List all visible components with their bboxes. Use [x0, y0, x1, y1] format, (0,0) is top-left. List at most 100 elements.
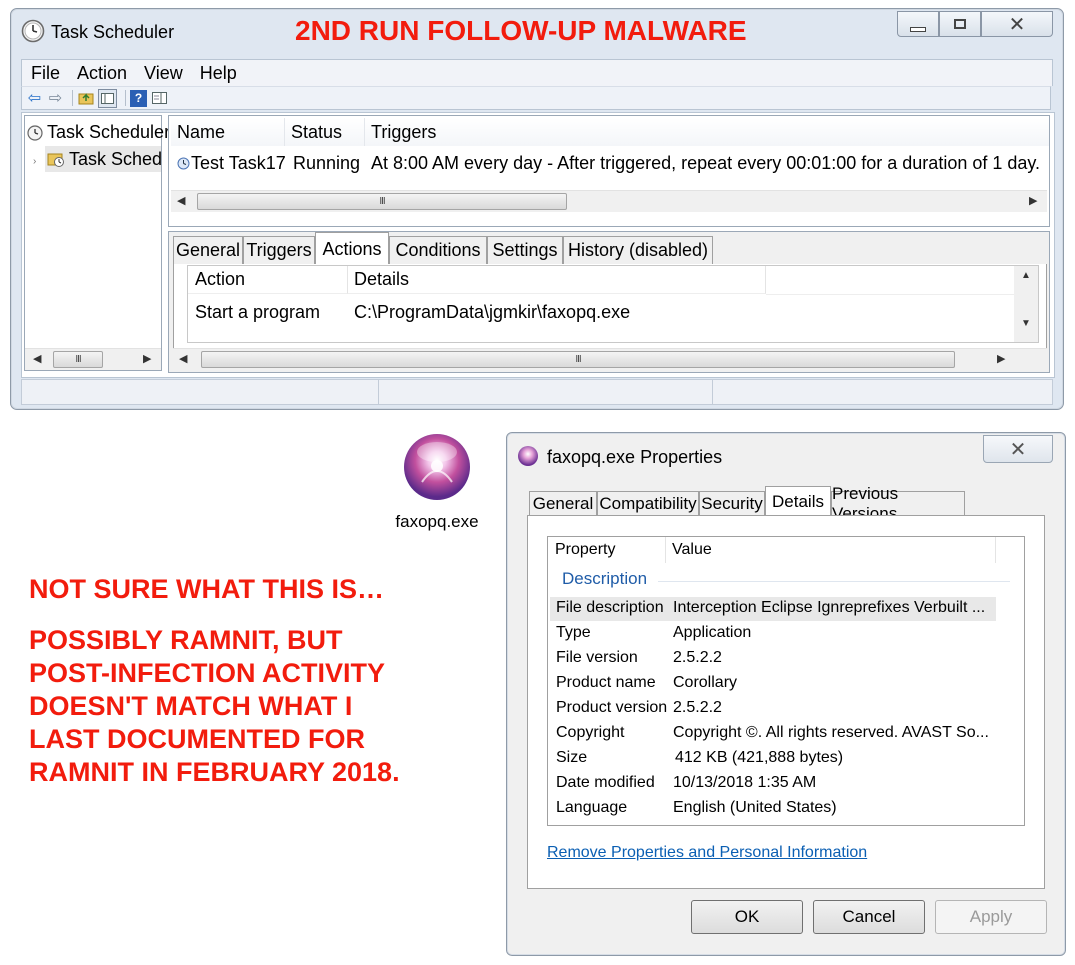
tab-triggers[interactable]: Triggers: [243, 236, 315, 264]
scroll-left-arrow-icon[interactable]: ◀: [33, 352, 41, 365]
column-header-value[interactable]: Value: [666, 537, 996, 563]
folder-clock-icon: [47, 151, 65, 167]
scroll-right-arrow-icon[interactable]: ▶: [997, 352, 1005, 365]
tab-history[interactable]: History (disabled): [563, 236, 713, 264]
minimize-button[interactable]: [897, 11, 939, 37]
forward-arrow-icon[interactable]: ⇨: [47, 90, 64, 107]
window-title: Task Scheduler: [51, 22, 175, 42]
column-header-property[interactable]: Property: [548, 537, 666, 563]
tab-details[interactable]: Details: [765, 486, 831, 516]
desktop-file-faxopq[interactable]: faxopq.exe: [384, 432, 490, 536]
property-value: English (United States): [673, 799, 837, 816]
status-bar: [21, 379, 1053, 405]
task-list: Name Status Triggers Test Task17 Running…: [168, 115, 1050, 227]
task-running-icon: [177, 157, 190, 175]
tab-actions[interactable]: Actions: [315, 232, 389, 265]
toolbar-separator: [125, 90, 126, 106]
action-details: C:\ProgramData\jgmkir\faxopq.exe: [354, 302, 631, 322]
close-icon: ✕: [1008, 13, 1026, 36]
tab-conditions[interactable]: Conditions: [389, 236, 487, 264]
desktop-file-label: faxopq.exe: [395, 512, 479, 531]
actions-vertical-scrollbar[interactable]: ▲ ▼: [1014, 266, 1038, 342]
orb-app-icon: [402, 432, 472, 507]
property-value: Copyright ©. All rights reserved. AVAST …: [673, 724, 989, 741]
menu-help[interactable]: Help: [191, 63, 245, 84]
property-name: Date modified: [556, 774, 655, 791]
remove-properties-link[interactable]: Remove Properties and Personal Informati…: [547, 844, 867, 862]
toolbar-separator: [72, 90, 73, 106]
ok-button[interactable]: OK: [691, 900, 803, 934]
column-header-details[interactable]: Details: [348, 266, 766, 294]
cancel-button[interactable]: Cancel: [813, 900, 925, 934]
tree-item-root[interactable]: Task Scheduler: [27, 122, 170, 143]
restore-icon: [954, 19, 966, 29]
scroll-left-arrow-icon[interactable]: ◀: [177, 194, 185, 207]
minimize-icon: [910, 26, 926, 32]
scroll-thumb[interactable]: III: [201, 351, 955, 368]
property-value: Interception Eclipse Ignreprefixes Verbu…: [673, 599, 986, 616]
properties-dialog: faxopq.exe Properties ✕ General Compatib…: [506, 432, 1066, 956]
table-row[interactable]: Start a program C:\ProgramData\jgmkir\fa…: [188, 298, 1014, 328]
table-row[interactable]: Test Task17 Running At 8:00 AM every day…: [171, 149, 1047, 179]
column-header-triggers[interactable]: Triggers: [365, 118, 1049, 146]
tab-general[interactable]: General: [529, 491, 597, 515]
property-name: File description: [556, 599, 664, 616]
action-pane-icon[interactable]: [151, 90, 168, 107]
show-hide-console-tree-icon[interactable]: [98, 88, 117, 108]
task-status: Running: [293, 153, 361, 173]
scroll-thumb[interactable]: III: [53, 351, 103, 368]
status-divider: [712, 380, 713, 404]
close-icon: ✕: [1009, 438, 1027, 461]
dialog-close-button[interactable]: ✕: [983, 435, 1053, 463]
folder-up-icon[interactable]: [77, 90, 94, 107]
property-name: Language: [556, 799, 628, 816]
scroll-right-arrow-icon[interactable]: ▶: [1029, 194, 1037, 207]
maximize-button[interactable]: [939, 11, 981, 37]
property-value: Application: [673, 624, 752, 641]
scroll-right-arrow-icon[interactable]: ▶: [143, 352, 151, 365]
tab-previous-versions[interactable]: Previous Versions: [831, 484, 965, 523]
dialog-title: faxopq.exe Properties: [547, 447, 723, 467]
tree-horizontal-scrollbar[interactable]: ◀ III ▶: [25, 348, 161, 370]
scroll-thumb[interactable]: III: [197, 193, 567, 210]
property-value: 2.5.2.2: [673, 699, 722, 716]
group-divider: [658, 581, 1010, 582]
tab-security[interactable]: Security: [699, 491, 765, 515]
console-tree: Task Scheduler › Task Scheduler Library …: [24, 115, 170, 371]
tree-item-library[interactable]: Task Scheduler Library: [45, 146, 161, 172]
column-header-status[interactable]: Status: [285, 118, 365, 146]
menu-file[interactable]: File: [22, 63, 68, 84]
property-name: Product name: [556, 674, 656, 691]
property-value: 2.5.2.2: [673, 649, 722, 666]
headline-annotation: 2ND RUN FOLLOW-UP MALWARE: [295, 15, 747, 46]
column-header-name[interactable]: Name: [171, 118, 285, 146]
annotation-line: POSSIBLY RAMNIT, BUT: [29, 625, 343, 655]
details-tab-page: Property Value Description File descript…: [527, 515, 1045, 889]
property-list: Property Value Description File descript…: [547, 536, 1025, 826]
tree-item-label: Task Scheduler: [47, 122, 171, 142]
task-details-pane: General Triggers Actions Conditions Sett…: [168, 231, 1050, 373]
actions-horizontal-scrollbar[interactable]: ◀ III ▶: [173, 348, 1047, 370]
scroll-left-arrow-icon[interactable]: ◀: [179, 352, 187, 365]
tab-general[interactable]: General: [173, 236, 243, 264]
task-list-horizontal-scrollbar[interactable]: ◀ III ▶: [171, 190, 1047, 212]
console-body: Task Scheduler › Task Scheduler Library …: [21, 112, 1055, 378]
expand-arrow-icon[interactable]: ›: [33, 156, 36, 167]
back-arrow-icon[interactable]: ⇦: [26, 90, 43, 107]
menu-view[interactable]: View: [135, 63, 191, 84]
group-header-description: Description: [562, 569, 648, 588]
status-divider: [378, 380, 379, 404]
scroll-up-arrow-icon[interactable]: ▲: [1021, 270, 1031, 281]
annotation-line: LAST DOCUMENTED FOR: [29, 724, 365, 754]
scroll-down-arrow-icon[interactable]: ▼: [1021, 318, 1031, 329]
action-type: Start a program: [195, 302, 321, 322]
apply-button[interactable]: Apply: [935, 900, 1047, 934]
help-icon[interactable]: ?: [130, 89, 147, 107]
annotation-line: RAMNIT IN FEBRUARY 2018.: [29, 757, 400, 787]
toolbar: ⇦ ⇨ ?: [21, 86, 1051, 110]
column-header-action[interactable]: Action: [188, 266, 348, 294]
menu-action[interactable]: Action: [68, 63, 135, 84]
tab-compatibility[interactable]: Compatibility: [597, 491, 699, 515]
close-button[interactable]: ✕: [981, 11, 1053, 37]
tab-settings[interactable]: Settings: [487, 236, 563, 264]
